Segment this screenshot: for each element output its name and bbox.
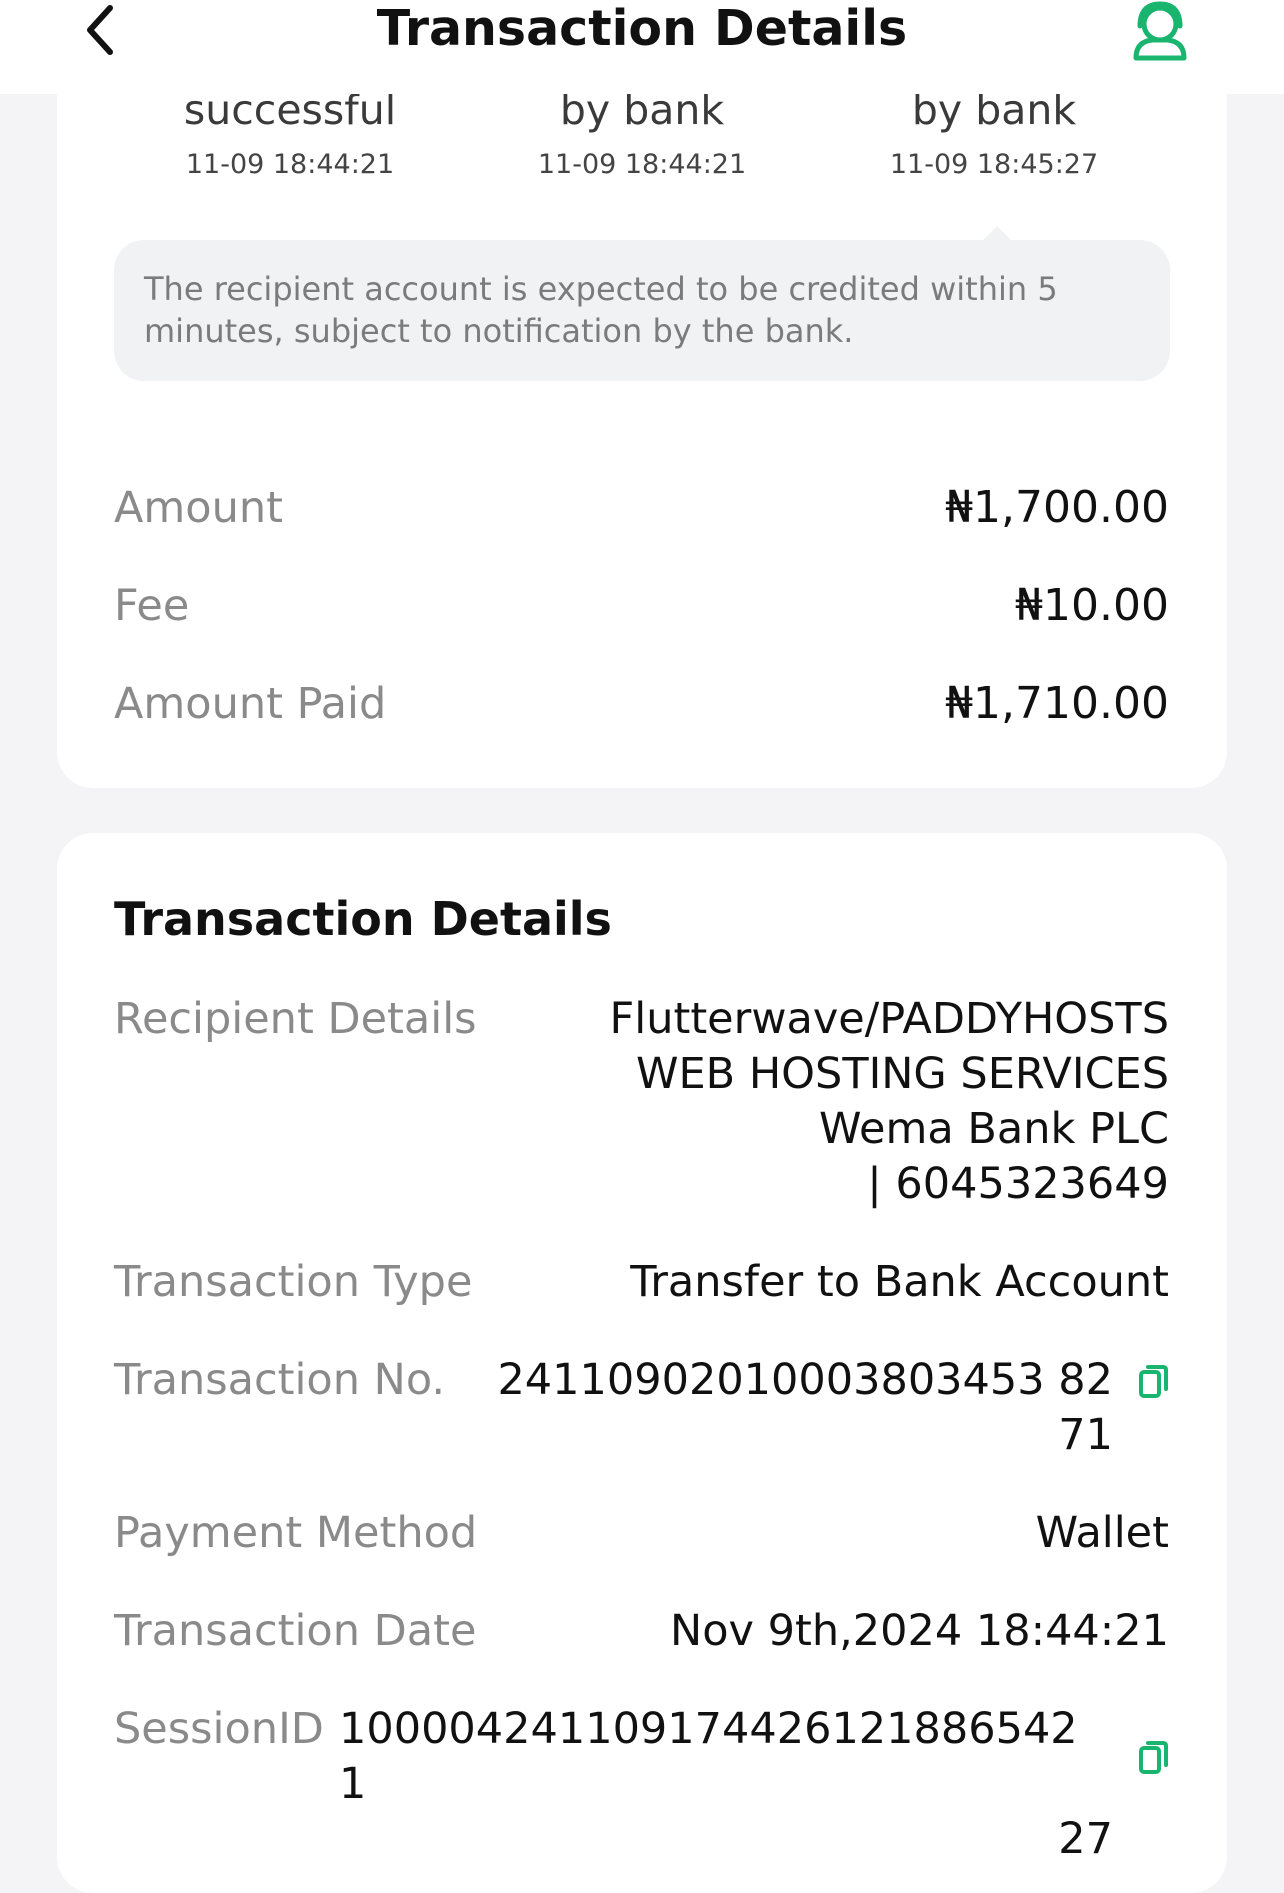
amount-label: Amount bbox=[114, 483, 283, 533]
transaction-date-label: Transaction Date bbox=[114, 1606, 477, 1656]
transaction-number-label: Transaction No. bbox=[114, 1355, 446, 1405]
credit-notice: The recipient account is expected to be … bbox=[114, 226, 1170, 381]
recipient-details-value: Flutterwave/PADDYHOSTS WEB HOSTING SERVI… bbox=[610, 992, 1169, 1212]
step-time: 11-09 18:44:21 bbox=[185, 149, 395, 180]
session-id-overflow: 27 bbox=[1058, 1814, 1113, 1864]
transaction-number-row: Transaction No. 24110902010003803453 82 … bbox=[114, 1353, 1169, 1473]
section-title: Transaction Details bbox=[114, 892, 612, 946]
recipient-line: Flutterwave/PADDYHOSTS bbox=[609, 994, 1169, 1044]
recipient-details-row: Recipient Details Flutterwave/PADDYHOSTS… bbox=[114, 992, 1169, 1212]
customer-service-button[interactable] bbox=[1128, 0, 1192, 62]
copy-icon bbox=[1139, 1741, 1168, 1774]
fee-value: ₦10.00 bbox=[1015, 580, 1169, 631]
step-time: 11-09 18:44:21 bbox=[537, 149, 747, 180]
transaction-type-row: Transaction Type Transfer to Bank Accoun… bbox=[114, 1255, 1169, 1315]
transaction-type-label: Transaction Type bbox=[114, 1257, 473, 1307]
amount-row: Amount ₦1,700.00 bbox=[114, 478, 1169, 538]
progress-step-1: successful 11-09 18:44:21 bbox=[110, 86, 470, 182]
progress-step-2: by bank 11-09 18:44:21 bbox=[462, 86, 822, 182]
session-id-text: 100004241109174426121886542 1 bbox=[339, 1704, 1078, 1809]
transaction-number-text: 24110902010003803453 82 bbox=[497, 1355, 1113, 1405]
payment-method-label: Payment Method bbox=[114, 1508, 478, 1558]
top-nav-bar: Transaction Details bbox=[0, 0, 1284, 94]
copy-session-id-button[interactable] bbox=[1113, 1737, 1169, 1777]
recipient-details-label: Recipient Details bbox=[114, 994, 477, 1044]
copy-transaction-number-button[interactable] bbox=[1113, 1361, 1169, 1401]
copy-icon bbox=[1139, 1364, 1168, 1398]
transaction-number-value: 24110902010003803453 82 71 bbox=[429, 1353, 1169, 1463]
transaction-type-value: Transfer to Bank Account bbox=[630, 1257, 1169, 1307]
fee-label: Fee bbox=[114, 581, 190, 631]
page-title: Transaction Details bbox=[376, 0, 908, 57]
payment-method-value: Wallet bbox=[1035, 1508, 1169, 1558]
recipient-line: Wema Bank PLC bbox=[819, 1104, 1169, 1154]
recipient-line: | 6045323649 bbox=[867, 1159, 1169, 1209]
transaction-date-value: Nov 9th,2024 18:44:21 bbox=[670, 1606, 1169, 1656]
customer-service-icon bbox=[1133, 1, 1187, 61]
amount-paid-label: Amount Paid bbox=[114, 679, 387, 729]
amount-paid-value: ₦1,710.00 bbox=[945, 678, 1169, 729]
progress-step-3: by bank 11-09 18:45:27 bbox=[814, 86, 1174, 182]
step-time: 11-09 18:45:27 bbox=[889, 149, 1099, 180]
transaction-date-row: Transaction Date Nov 9th,2024 18:44:21 bbox=[114, 1604, 1169, 1664]
recipient-line: WEB HOSTING SERVICES bbox=[635, 1049, 1169, 1099]
payment-method-row: Payment Method Wallet bbox=[114, 1506, 1169, 1566]
amount-paid-row: Amount Paid ₦1,710.00 bbox=[114, 674, 1169, 734]
fee-row: Fee ₦10.00 bbox=[114, 576, 1169, 636]
session-id-row: SessionID 100004241109174426121886542 1 … bbox=[114, 1702, 1169, 1864]
amount-value: ₦1,700.00 bbox=[945, 482, 1169, 533]
session-id-value: 100004241109174426121886542 1 27 bbox=[339, 1702, 1169, 1867]
transaction-number-overflow: 71 bbox=[1058, 1410, 1113, 1460]
session-id-label: SessionID bbox=[114, 1704, 324, 1754]
